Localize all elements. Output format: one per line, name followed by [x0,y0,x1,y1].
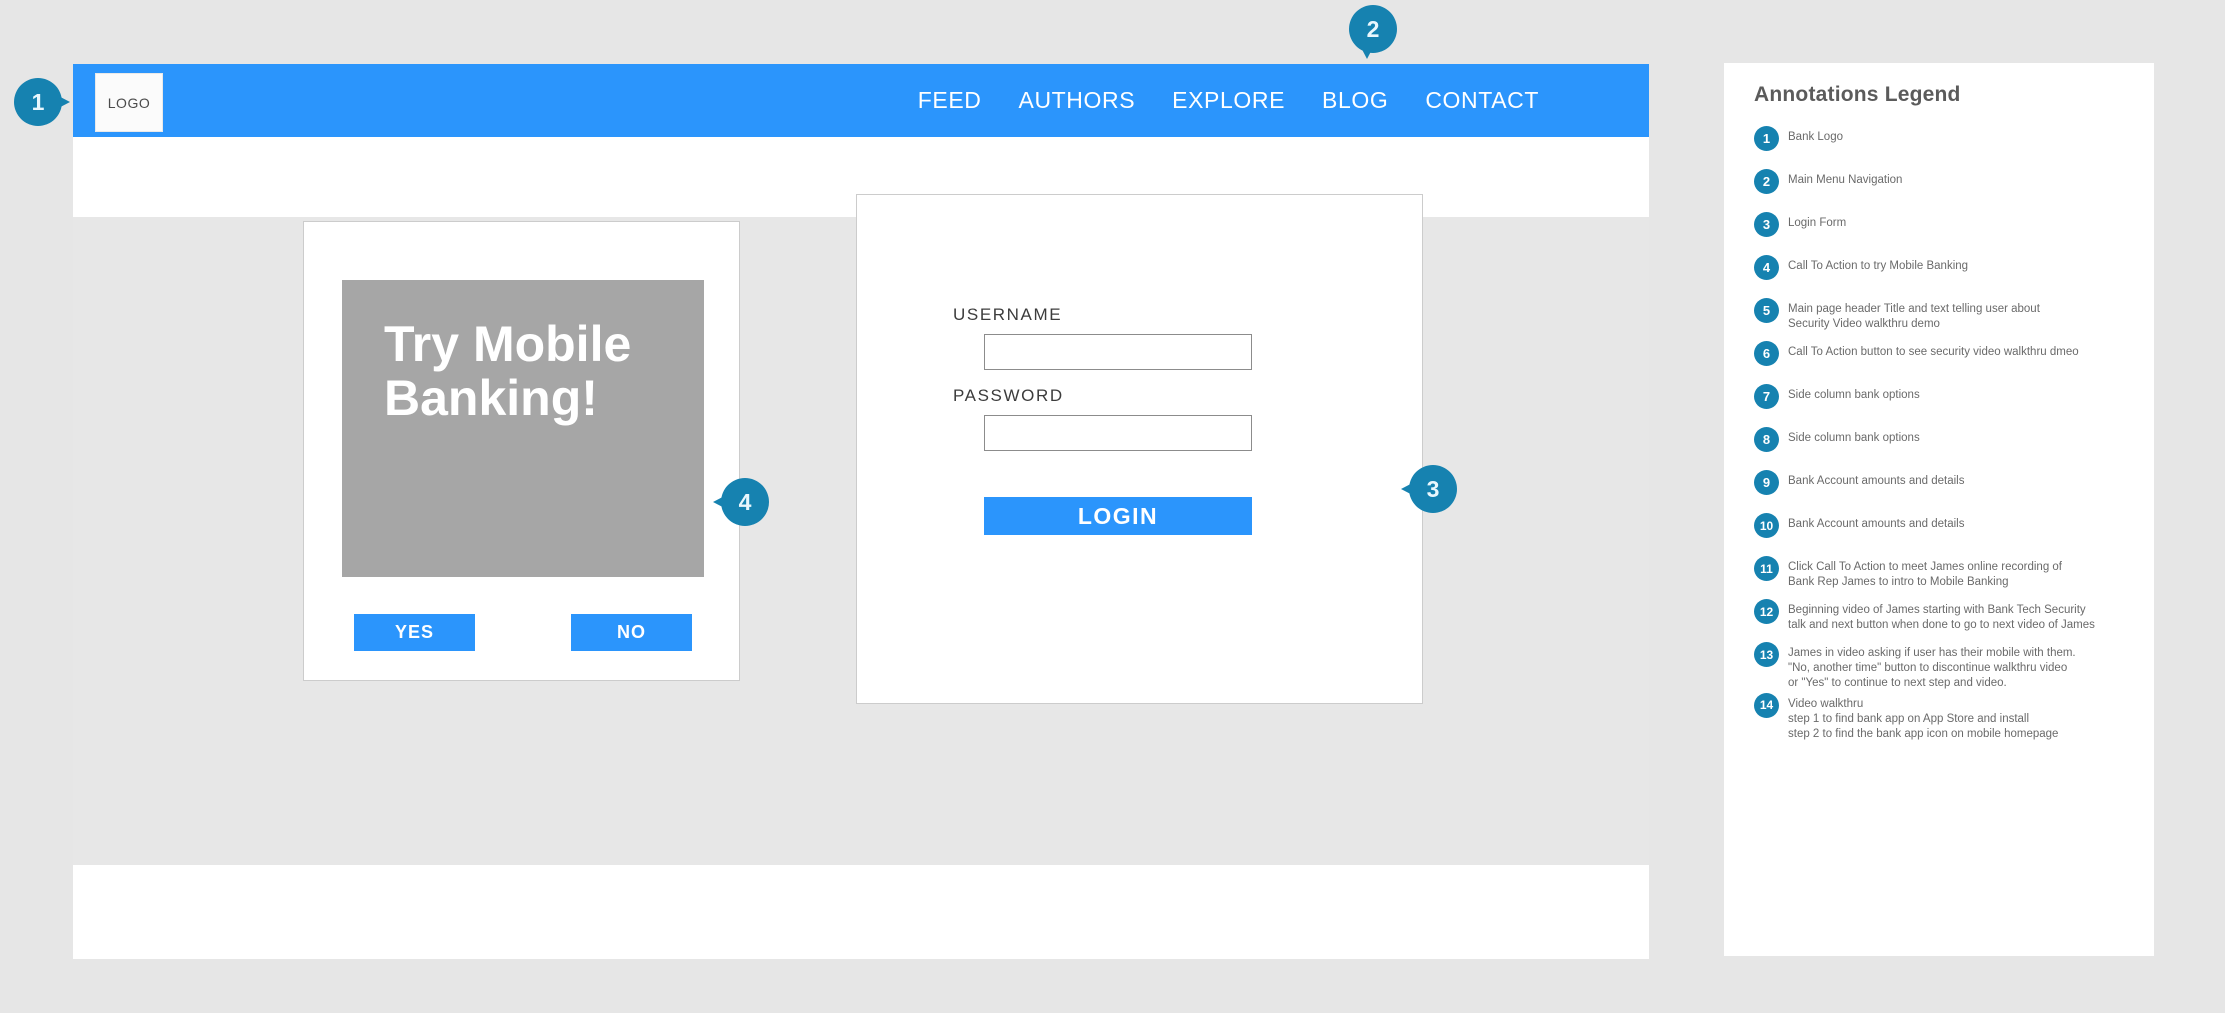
promo-yes-button[interactable]: YES [354,614,475,651]
username-input[interactable] [984,334,1252,370]
annotations-legend-panel: Annotations Legend 1 Bank Logo 2 Main Me… [1724,63,2154,956]
legend-item-text: Bank Account amounts and details [1788,518,1965,530]
password-input[interactable] [984,415,1252,451]
legend-item[interactable]: 10 Bank Account amounts and details [1742,512,2136,555]
legend-badge: 14 [1754,692,1779,718]
username-field-group: USERNAME [953,305,1253,370]
username-label: USERNAME [953,305,1063,324]
legend-item-text: Click Call To Action to meet James onlin… [1788,561,2063,589]
legend-item-text: Login Form [1788,217,1847,229]
legend-badge: 12 [1754,599,1779,624]
legend-title: Annotations Legend [1754,83,1961,106]
legend-item-text: James in video asking if user has their … [1788,647,2076,690]
password-label: PASSWORD [953,386,1064,405]
marker-bubble: 4 [721,478,769,526]
marker-number: 1 [31,88,45,115]
password-field-group: PASSWORD [953,386,1253,451]
legend-badge: 5 [1754,298,1779,323]
login-button[interactable]: LOGIN [984,497,1252,535]
legend-item-text: Video walkthru step 1 to find bank app o… [1788,697,2059,740]
bank-logo[interactable]: LOGO [95,73,163,132]
legend-badge: 11 [1754,556,1779,581]
legend-list: 1 Bank Logo 2 Main Menu Navigation 3 Log… [1742,125,2136,742]
legend-item[interactable]: 1 Bank Logo [1742,125,2136,168]
promo-no-button[interactable]: NO [571,614,692,651]
main-menu-navigation: FEED AUTHORS EXPLORE BLOG CONTACT [918,64,1539,137]
legend-badge: 4 [1754,255,1779,280]
promo-actions: YES NO [342,614,704,651]
marker-number: 4 [738,488,752,515]
footer-band [73,865,1649,959]
legend-item[interactable]: 2 Main Menu Navigation [1742,168,2136,211]
legend-item[interactable]: 3 Login Form [1742,211,2136,254]
legend-item[interactable]: 8 Side column bank options [1742,426,2136,469]
legend-item[interactable]: 14 Video walkthru step 1 to find bank ap… [1742,692,2136,743]
legend-item-text: Side column bank options [1788,432,1920,444]
promo-headline: Try Mobile Banking! [384,316,632,426]
legend-item[interactable]: 4 Call To Action to try Mobile Banking [1742,254,2136,297]
mobile-banking-promo-card: Try Mobile Banking! YES NO [303,221,740,681]
annotation-marker-1[interactable]: 1 [14,78,70,126]
legend-badge: 1 [1754,126,1779,151]
legend-item[interactable]: 5 Main page header Title and text tellin… [1742,297,2136,340]
legend-item-text: Bank Logo [1788,131,1843,143]
logo-label: LOGO [107,94,151,111]
legend-item-text: Call To Action to try Mobile Banking [1788,260,1969,272]
annotation-marker-2[interactable]: 2 [1349,5,1397,59]
annotation-marker-4[interactable]: 4 [713,478,769,526]
annotation-marker-3[interactable]: 3 [1401,465,1457,513]
legend-item[interactable]: 12 Beginning video of James starting wit… [1742,598,2136,641]
legend-badge: 13 [1754,642,1779,667]
legend-item[interactable]: 9 Bank Account amounts and details [1742,469,2136,512]
legend-badge: 7 [1754,384,1779,409]
legend-badge: 8 [1754,427,1779,452]
marker-number: 3 [1426,475,1440,502]
legend-item[interactable]: 11 Click Call To Action to meet James on… [1742,555,2136,598]
nav-item-authors[interactable]: AUTHORS [1019,87,1136,114]
legend-item-text: Beginning video of James starting with B… [1788,604,2095,632]
legend-badge: 6 [1754,341,1779,366]
legend-item[interactable]: 7 Side column bank options [1742,383,2136,426]
marker-bubble: 3 [1409,465,1457,513]
legend-badge: 3 [1754,212,1779,237]
nav-item-contact[interactable]: CONTACT [1425,87,1539,114]
nav-item-blog[interactable]: BLOG [1322,87,1388,114]
login-form-card: USERNAME PASSWORD LOGIN [856,194,1423,704]
legend-item[interactable]: 6 Call To Action button to see security … [1742,340,2136,383]
nav-item-explore[interactable]: EXPLORE [1172,87,1285,114]
legend-item-text: Call To Action button to see security vi… [1788,346,2079,358]
legend-item-text: Bank Account amounts and details [1788,475,1965,487]
nav-item-feed[interactable]: FEED [918,87,982,114]
marker-number: 2 [1366,15,1380,42]
legend-badge: 10 [1754,513,1779,538]
site-navbar: LOGO FEED AUTHORS EXPLORE BLOG CONTACT [73,64,1649,137]
legend-item-text: Main page header Title and text telling … [1788,303,2040,331]
legend-badge: 9 [1754,470,1779,495]
legend-item-text: Side column bank options [1788,389,1920,401]
legend-badge: 2 [1754,169,1779,194]
marker-bubble: 2 [1349,5,1397,53]
legend-item-text: Main Menu Navigation [1788,174,1903,186]
promo-image-placeholder: Try Mobile Banking! [342,280,704,577]
marker-bubble: 1 [14,78,62,126]
legend-item[interactable]: 13 James in video asking if user has the… [1742,641,2136,692]
